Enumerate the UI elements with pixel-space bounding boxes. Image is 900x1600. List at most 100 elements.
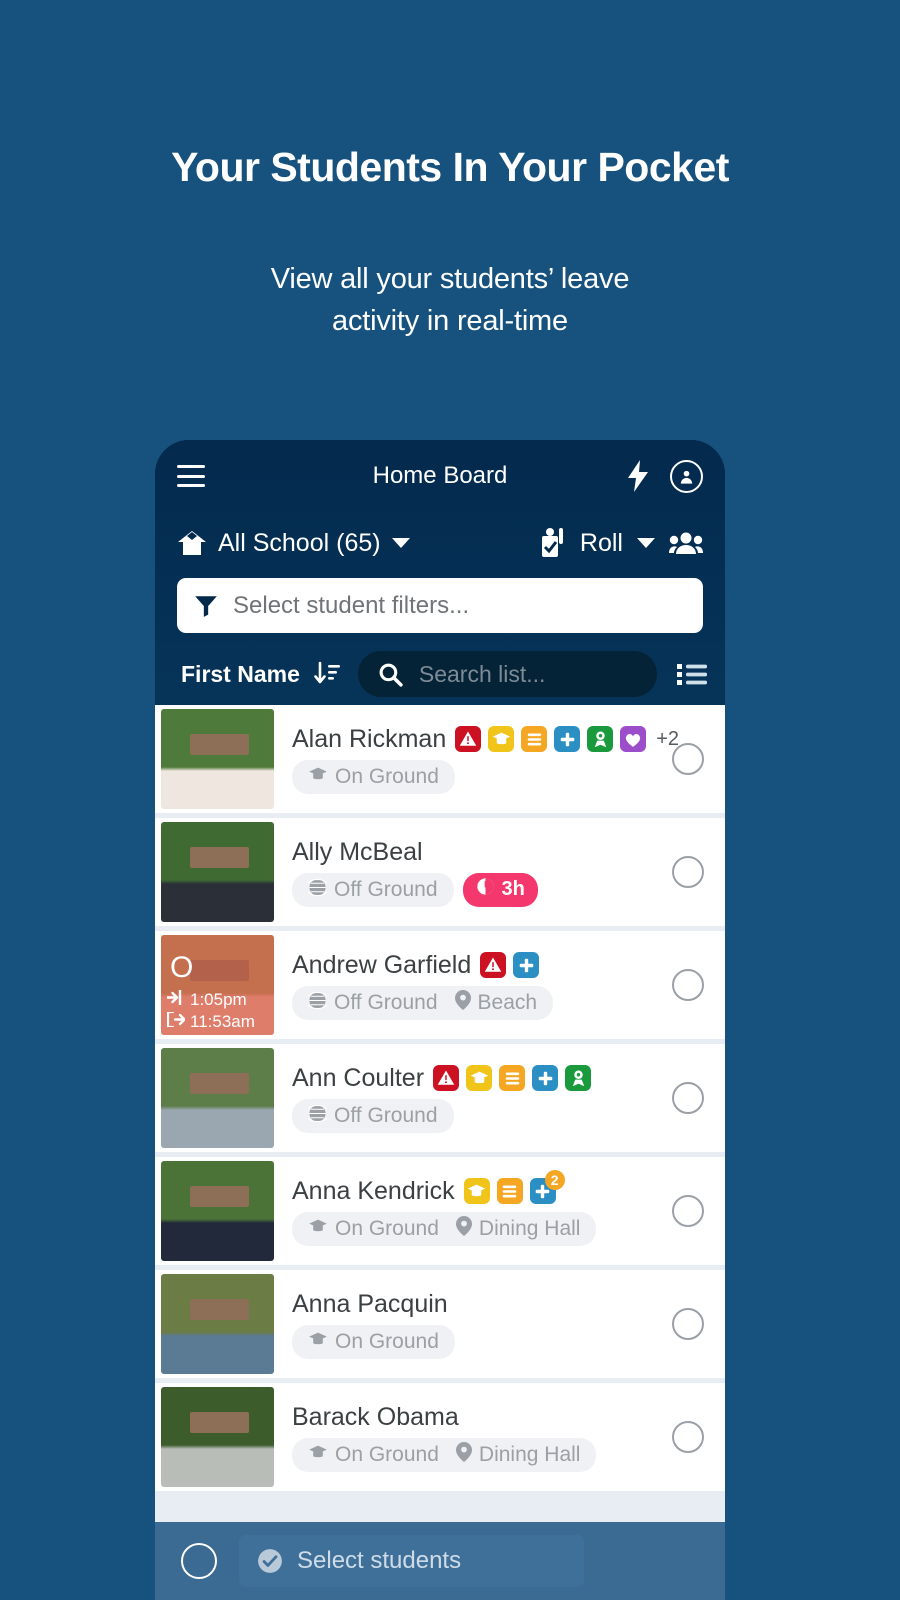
medical-plus-badge-icon[interactable] [554,726,581,752]
student-location-label: Dining Hall [478,1442,581,1466]
student-row[interactable]: Alan Rickman +2 On Ground [155,705,725,818]
student-name[interactable]: Andrew Garfield [292,951,471,980]
avatar-photo [161,1387,274,1487]
student-status-chip: On Ground Dining Hall [292,1211,597,1246]
student-name[interactable]: Anna Kendrick [292,1177,455,1206]
avatar-photo [161,822,274,922]
select-students-button[interactable]: Select students [239,1535,584,1587]
award-medal-badge-icon[interactable] [587,726,614,752]
student-avatar[interactable] [161,1161,274,1261]
graduation-cap-badge-icon[interactable] [488,726,515,752]
roll-chevron-down-icon[interactable] [637,538,655,548]
filter-bar: Select student filters... [155,574,725,643]
student-list[interactable]: Alan Rickman +2 On Ground Ally McBeal Off Gr… [155,705,725,1522]
graduation-cap-icon [308,766,328,787]
student-name-line: Anna Pacquin [292,1290,641,1319]
search-input[interactable]: Search list... [357,651,657,697]
chevron-down-icon[interactable] [391,538,410,548]
student-avatar[interactable] [161,822,274,922]
student-status: On Ground [308,1443,439,1467]
student-status-label: On Ground [335,1216,439,1240]
graduation-cap-icon [308,1218,328,1239]
student-avatar[interactable] [161,709,274,809]
medical-plus-badge-icon[interactable]: 2 [529,1170,565,1204]
student-name[interactable]: Barack Obama [292,1403,459,1432]
avatar-face-redaction [190,1299,250,1320]
school-selector[interactable]: All School (65) [177,529,410,558]
sort-descending-icon[interactable] [314,661,342,687]
student-row[interactable]: Barack Obama On Ground Dining Hall [155,1383,725,1496]
graduation-cap-badge-icon[interactable] [463,1178,490,1204]
student-location: Dining Hall [455,1442,581,1467]
student-avatar[interactable]: O 1:05pm 11:53am [161,935,274,1035]
student-status-label: Off Ground [334,877,438,901]
student-name[interactable]: Ally McBeal [292,838,423,867]
select-all-circle-icon[interactable] [181,1543,217,1579]
student-name[interactable]: Ann Coulter [292,1064,424,1093]
avatar-photo [161,1161,274,1261]
graduation-cap-icon [308,1444,328,1465]
bottom-action-bar: Select students [155,1522,725,1600]
student-row[interactable]: O 1:05pm 11:53am Andrew Garfield Off Ground B… [155,931,725,1044]
promo-subtitle-line-1: View all your students’ leave [270,263,630,296]
notes-list-badge-icon[interactable] [496,1178,523,1204]
heart-badge-icon[interactable] [620,726,647,752]
student-select-checkbox[interactable] [651,705,725,813]
list-view-icon[interactable] [677,662,707,687]
account-avatar-icon[interactable] [670,459,703,493]
roll-check-icon[interactable] [540,528,566,558]
student-row[interactable]: Ann Coulter Off Ground [155,1044,725,1157]
map-pin-icon [455,1442,472,1467]
alert-warning-badge-icon[interactable] [433,1065,460,1091]
student-row[interactable]: Anna Pacquin On Ground [155,1270,725,1383]
checkbox-circle-icon [672,743,704,775]
alert-warning-badge-icon[interactable] [480,952,507,978]
student-badges [480,952,540,978]
student-filter-input[interactable]: Select student filters... [177,578,703,633]
avatar-photo [161,1274,274,1374]
student-select-checkbox[interactable] [651,1270,725,1378]
lightning-bolt-icon[interactable] [626,460,650,492]
graduation-cap-badge-icon[interactable] [466,1065,493,1091]
hamburger-menu-icon[interactable] [177,465,205,487]
student-name[interactable]: Alan Rickman [292,725,446,754]
student-avatar[interactable] [161,1387,274,1487]
student-name[interactable]: Anna Pacquin [292,1290,448,1319]
sort-field-label[interactable]: First Name [181,661,300,688]
student-status-chip: On Ground [292,1324,455,1359]
search-icon [378,662,403,687]
checkbox-circle-icon [672,1195,704,1227]
student-select-checkbox[interactable] [651,1157,725,1265]
student-select-checkbox[interactable] [651,1383,725,1491]
student-select-checkbox[interactable] [651,1044,725,1152]
avatar-sign-times: 1:05pm 11:53am [165,988,272,1033]
avatar-face-redaction [190,847,250,868]
people-group-icon[interactable] [669,531,703,555]
student-select-checkbox[interactable] [651,818,725,926]
student-status-label: Off Ground [334,1103,438,1127]
student-select-checkbox[interactable] [651,931,725,1039]
notes-list-badge-icon[interactable] [521,726,548,752]
medical-plus-badge-icon[interactable] [532,1065,559,1091]
award-medal-badge-icon[interactable] [565,1065,592,1091]
student-name-line: Ally McBeal [292,838,641,867]
clock-icon [476,877,495,902]
checkbox-circle-icon [672,1082,704,1114]
notes-list-badge-icon[interactable] [499,1065,526,1091]
student-chip-line: Off Ground [292,1098,641,1133]
student-status-chip: On Ground Dining Hall [292,1437,597,1472]
student-status-label: On Ground [335,1442,439,1466]
student-row[interactable]: Anna Kendrick 2 On Ground Dining Hall [155,1157,725,1270]
student-row[interactable]: Ally McBeal Off Ground 3h [155,818,725,931]
checkbox-circle-icon [672,969,704,1001]
phone-mockup: Home Board All School (65) Roll Select s… [155,440,725,1600]
student-avatar[interactable] [161,1048,274,1148]
student-avatar[interactable] [161,1274,274,1374]
student-name-line: Barack Obama [292,1403,641,1432]
alert-warning-badge-icon[interactable] [455,726,482,752]
select-students-label: Select students [297,1547,462,1574]
medical-plus-badge-icon[interactable] [513,952,540,978]
roll-actions: Roll [540,528,703,558]
graduation-cap-icon [308,1331,328,1352]
student-badges [433,1065,592,1091]
